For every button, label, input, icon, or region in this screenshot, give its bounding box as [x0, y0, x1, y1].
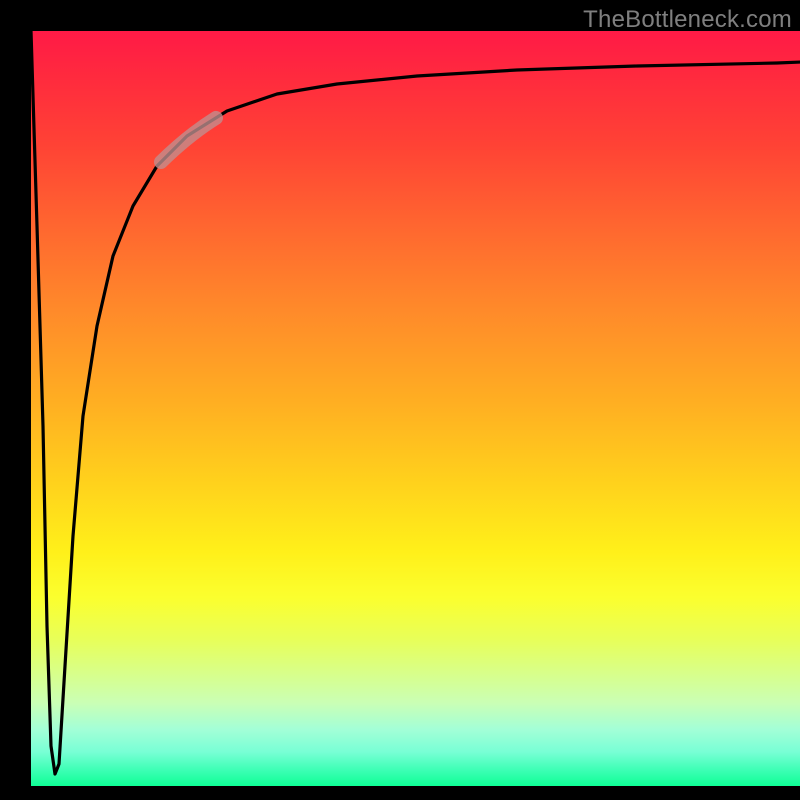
chart-frame: TheBottleneck.com	[0, 0, 800, 800]
attribution-watermark: TheBottleneck.com	[583, 6, 792, 34]
plot-area	[31, 31, 800, 786]
